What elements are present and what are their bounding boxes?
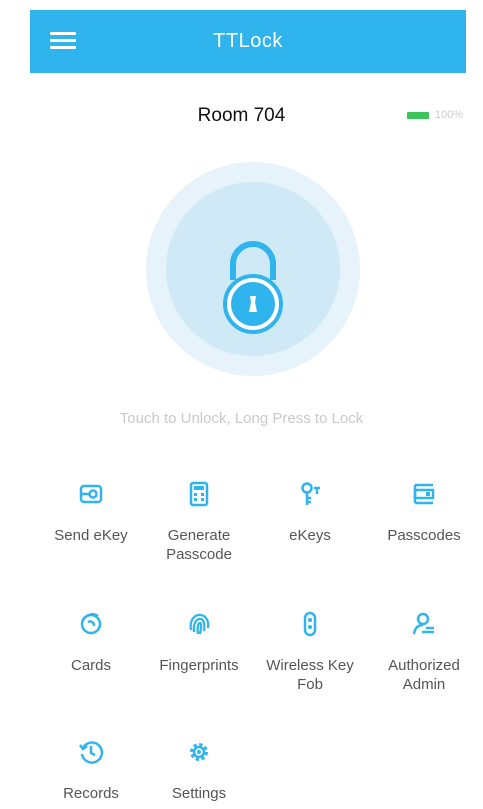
padlock-icon [223,241,283,334]
unlock-button[interactable] [146,162,360,376]
unlock-hint: Touch to Unlock, Long Press to Lock [119,410,364,427]
send-ekey-label: Send eKey [54,527,128,544]
admin-icon [412,612,434,635]
card-icon [80,613,102,635]
authorized-admin-button[interactable]: Authorized Admin [366,610,482,694]
authorized-admin-label-2: Admin [402,676,446,693]
cards-label: Cards [70,657,111,674]
send-ekey-button[interactable]: Send eKey [33,480,149,545]
fingerprints-button[interactable]: Fingerprints [141,610,257,675]
battery-percent: 100% [434,109,463,121]
cards-button[interactable]: Cards [33,610,149,675]
battery-icon [406,111,429,119]
fingerprints-label: Fingerprints [159,657,239,674]
passcodes-button[interactable]: Passcodes [366,480,482,545]
generate-passcode-label-2: Passcode [166,546,232,563]
gear-icon [190,743,208,761]
app-header: TTLock [30,10,466,73]
calculator-icon [189,481,209,507]
records-label: Records [63,785,119,802]
generate-passcode-button[interactable]: Generate Passcode [141,480,257,564]
battery-indicator: 100% [406,109,463,121]
wireless-key-fob-button[interactable]: Wireless Key Fob [252,610,368,694]
wireless-key-fob-label-2: Fob [297,676,323,693]
ekeys-label: eKeys [289,527,331,544]
send-ekey-icon [79,484,103,504]
generate-passcode-label: Generate [167,527,231,544]
fingerprint-icon [189,613,210,635]
records-button[interactable]: Records [33,738,149,803]
app-title: TTLock [213,30,283,52]
passcodes-label: Passcodes [387,527,461,544]
history-icon [79,741,104,764]
authorized-admin-label: Authorized [388,657,460,674]
wireless-key-fob-label: Wireless Key [266,657,354,674]
ekeys-button[interactable]: eKeys [252,480,368,545]
key-icon [301,482,320,505]
key-fob-icon [303,611,317,637]
settings-label: Settings [171,785,227,802]
settings-button[interactable]: Settings [141,738,257,803]
unlock-button-inner [166,182,340,356]
passcodes-icon [413,483,435,505]
